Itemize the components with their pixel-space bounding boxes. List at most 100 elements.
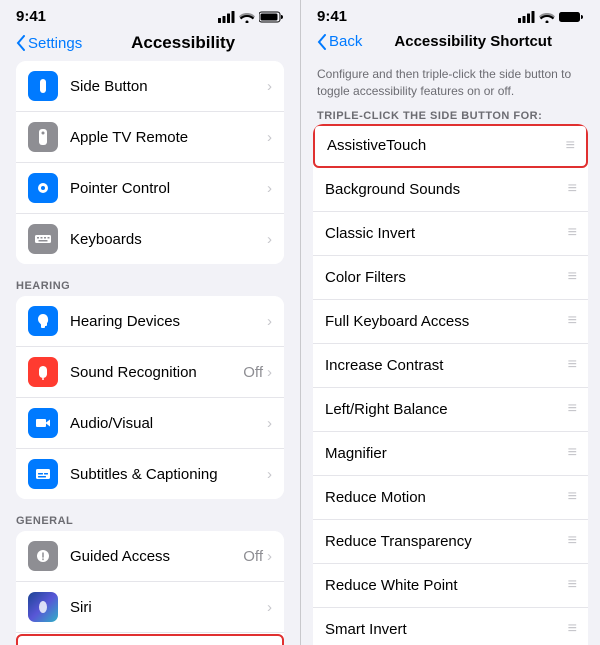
signal-icon: [218, 11, 235, 23]
subtitles-icon: [28, 459, 58, 489]
right-nav-bar: Back Accessibility Shortcut: [301, 29, 600, 58]
right-list-item-reduce-white-point[interactable]: Reduce White Point ≡: [313, 564, 588, 608]
left-back-label: Settings: [28, 35, 82, 52]
general-items-group: Guided Access Off › Siri › Accessibility…: [16, 531, 284, 645]
list-item-hearing-devices[interactable]: Hearing Devices ›: [16, 296, 284, 347]
hearing-items-group: Hearing Devices › Sound Recognition Off …: [16, 296, 284, 499]
side-button-chevron: ›: [267, 78, 272, 95]
left-back-button[interactable]: Settings: [16, 35, 82, 52]
general-section-header: GENERAL: [0, 499, 300, 531]
increase-contrast-drag: ≡: [568, 356, 576, 374]
classic-invert-drag: ≡: [568, 224, 576, 242]
right-back-button[interactable]: Back: [317, 33, 362, 50]
left-status-bar: 9:41: [0, 0, 300, 29]
shortcut-items-list: AssistiveTouch ≡ Background Sounds ≡ Cla…: [313, 124, 588, 645]
list-item-accessibility-shortcut[interactable]: Accessibility Shortcut AssistiveTouch ›: [16, 634, 284, 645]
background-sounds-label: Background Sounds: [325, 181, 568, 198]
increase-contrast-label: Increase Contrast: [325, 357, 568, 374]
left-scroll-area[interactable]: Side Button › Apple TV Remote › Pointer …: [0, 61, 300, 645]
triple-click-label: TRIPLE-CLICK THE SIDE BUTTON FOR:: [301, 104, 600, 124]
top-items-group: Side Button › Apple TV Remote › Pointer …: [16, 61, 284, 264]
shortcut-description: Configure and then triple-click the side…: [301, 58, 600, 104]
keyboard-icon: [28, 224, 58, 254]
right-list-item-increase-contrast[interactable]: Increase Contrast ≡: [313, 344, 588, 388]
right-battery-icon: [559, 11, 584, 23]
right-list-item-magnifier[interactable]: Magnifier ≡: [313, 432, 588, 476]
reduce-transparency-drag: ≡: [568, 532, 576, 550]
magnifier-label: Magnifier: [325, 445, 568, 462]
left-right-balance-label: Left/Right Balance: [325, 401, 568, 418]
apple-tv-label: Apple TV Remote: [70, 129, 267, 146]
pointer-label: Pointer Control: [70, 180, 267, 197]
right-list-item-reduce-transparency[interactable]: Reduce Transparency ≡: [313, 520, 588, 564]
reduce-motion-label: Reduce Motion: [325, 489, 568, 506]
list-item-subtitles[interactable]: Subtitles & Captioning ›: [16, 449, 284, 499]
right-chevron-icon: [317, 34, 327, 50]
right-back-label: Back: [329, 33, 362, 50]
guided-access-chevron: ›: [267, 548, 272, 565]
guided-access-label: Guided Access: [70, 548, 243, 565]
classic-invert-label: Classic Invert: [325, 225, 568, 242]
right-list-item-smart-invert[interactable]: Smart Invert ≡: [313, 608, 588, 645]
battery-icon: [259, 11, 284, 23]
list-item-guided-access[interactable]: Guided Access Off ›: [16, 531, 284, 582]
list-item-apple-tv-remote[interactable]: Apple TV Remote ›: [16, 112, 284, 163]
siri-label: Siri: [70, 599, 267, 616]
audio-visual-icon: [28, 408, 58, 438]
right-list-item-color-filters[interactable]: Color Filters ≡: [313, 256, 588, 300]
right-status-icons: [518, 11, 584, 23]
list-item-pointer-control[interactable]: Pointer Control ›: [16, 163, 284, 214]
color-filters-label: Color Filters: [325, 269, 568, 286]
smart-invert-drag: ≡: [568, 620, 576, 638]
sound-recognition-label: Sound Recognition: [70, 364, 243, 381]
color-filters-drag: ≡: [568, 268, 576, 286]
siri-icon: [28, 592, 58, 622]
sound-recognition-chevron: ›: [267, 364, 272, 381]
audio-visual-chevron: ›: [267, 415, 272, 432]
sound-recognition-value: Off: [243, 364, 263, 381]
audio-visual-label: Audio/Visual: [70, 415, 267, 432]
left-right-balance-drag: ≡: [568, 400, 576, 418]
right-signal-icon: [518, 11, 535, 23]
hearing-devices-chevron: ›: [267, 313, 272, 330]
left-title: Accessibility: [82, 33, 284, 53]
list-item-keyboards[interactable]: Keyboards ›: [16, 214, 284, 264]
right-list-item-background-sounds[interactable]: Background Sounds ≡: [313, 168, 588, 212]
list-item-sound-recognition[interactable]: Sound Recognition Off ›: [16, 347, 284, 398]
assistivetouch-drag: ≡: [566, 137, 574, 155]
reduce-transparency-label: Reduce Transparency: [325, 533, 568, 550]
side-button-label: Side Button: [70, 78, 267, 95]
left-panel: 9:41: [0, 0, 300, 645]
full-keyboard-access-label: Full Keyboard Access: [325, 313, 568, 330]
list-item-side-button[interactable]: Side Button ›: [16, 61, 284, 112]
keyboards-label: Keyboards: [70, 231, 267, 248]
keyboards-chevron: ›: [267, 231, 272, 248]
hearing-section-header: HEARING: [0, 264, 300, 296]
pointer-icon: [28, 173, 58, 203]
list-item-siri[interactable]: Siri ›: [16, 582, 284, 633]
siri-chevron: ›: [267, 599, 272, 616]
full-keyboard-access-drag: ≡: [568, 312, 576, 330]
right-list-item-left-right-balance[interactable]: Left/Right Balance ≡: [313, 388, 588, 432]
right-scroll-area[interactable]: AssistiveTouch ≡ Background Sounds ≡ Cla…: [301, 124, 600, 645]
right-list-item-reduce-motion[interactable]: Reduce Motion ≡: [313, 476, 588, 520]
smart-invert-label: Smart Invert: [325, 621, 568, 638]
side-button-icon: [28, 71, 58, 101]
guided-access-value: Off: [243, 548, 263, 565]
right-list-item-classic-invert[interactable]: Classic Invert ≡: [313, 212, 588, 256]
wifi-icon: [239, 11, 255, 23]
reduce-motion-drag: ≡: [568, 488, 576, 506]
hearing-devices-icon: [28, 306, 58, 336]
left-nav-bar: Settings Accessibility: [0, 29, 300, 61]
apple-tv-icon: [28, 122, 58, 152]
sound-recognition-icon: [28, 357, 58, 387]
right-list-item-assistivetouch[interactable]: AssistiveTouch ≡: [313, 124, 588, 168]
hearing-devices-label: Hearing Devices: [70, 313, 267, 330]
background-sounds-drag: ≡: [568, 180, 576, 198]
right-list-item-full-keyboard-access[interactable]: Full Keyboard Access ≡: [313, 300, 588, 344]
list-item-audio-visual[interactable]: Audio/Visual ›: [16, 398, 284, 449]
right-status-bar: 9:41: [301, 0, 600, 29]
magnifier-drag: ≡: [568, 444, 576, 462]
pointer-chevron: ›: [267, 180, 272, 197]
assistivetouch-label: AssistiveTouch: [327, 137, 566, 154]
